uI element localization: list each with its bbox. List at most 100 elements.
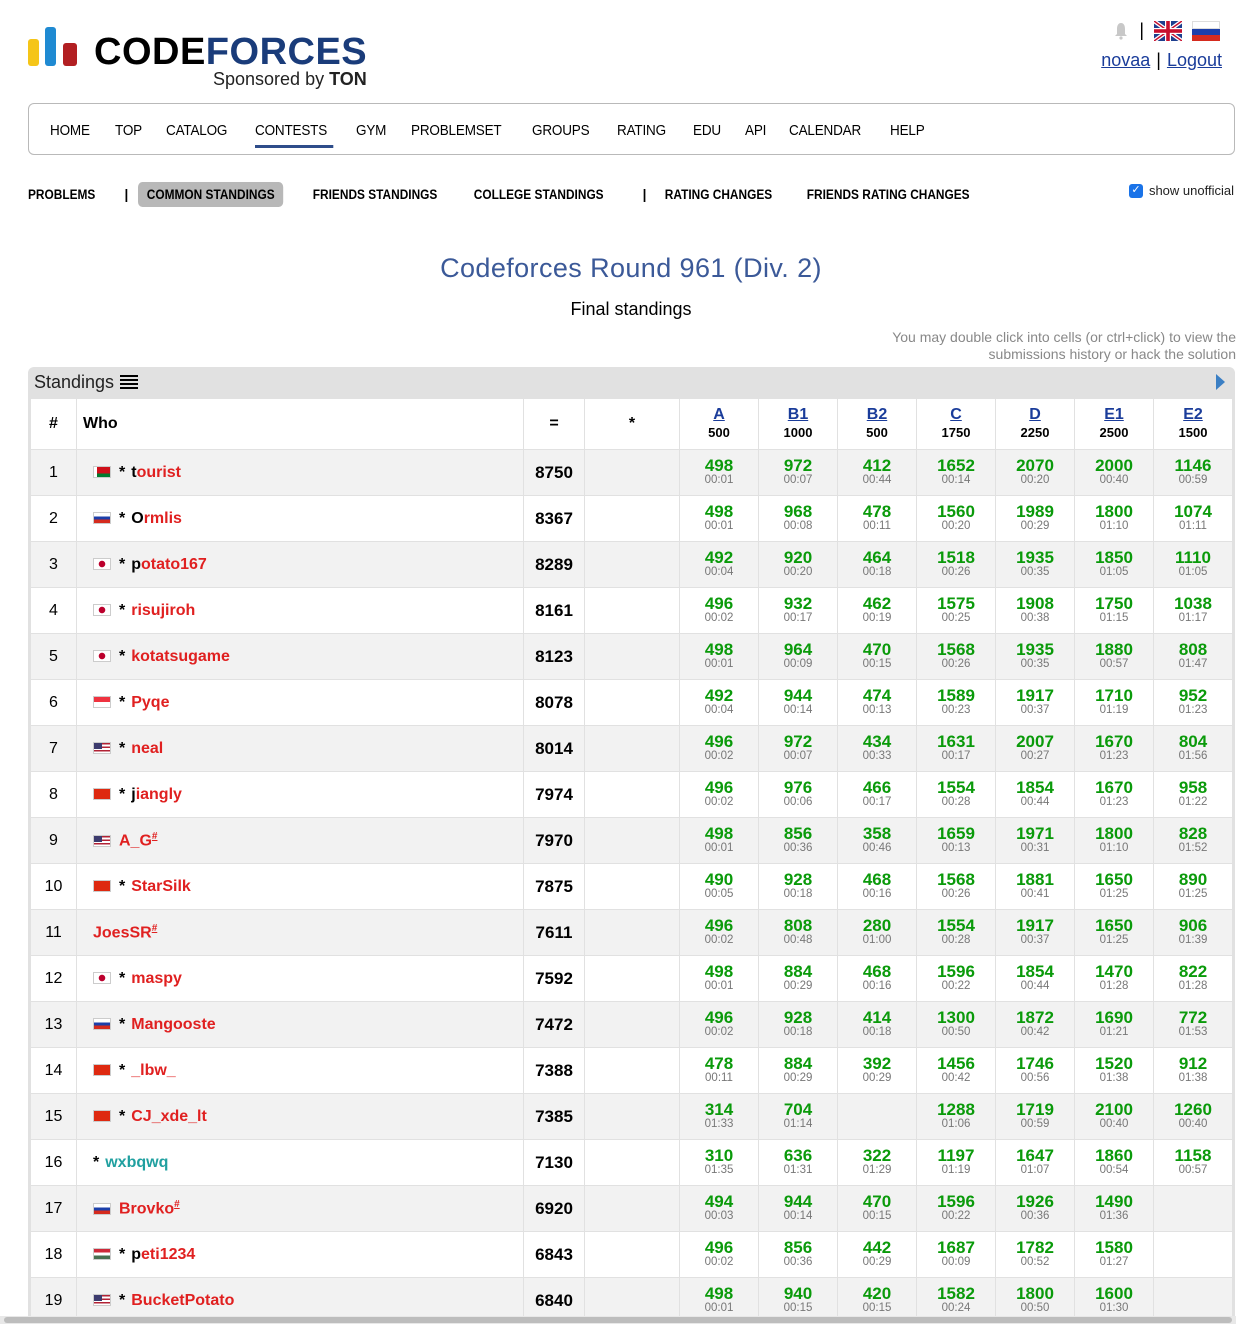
problem-result-cell[interactable]: 822 01:28 [1153,955,1233,1002]
problem-result-cell[interactable]: 920 00:20 [758,541,838,588]
user-handle-link[interactable]: Mangooste [131,1016,215,1033]
problem-result-cell[interactable]: 1146 00:59 [1153,449,1233,496]
problem-result-cell[interactable]: 928 00:18 [758,863,838,910]
user-handle-link[interactable]: StarSilk [131,878,191,895]
problem-result-cell[interactable]: 940 00:15 [758,1277,838,1317]
problem-result-cell[interactable]: 952 01:23 [1153,679,1233,726]
problem-result-cell[interactable]: 972 00:07 [758,725,838,772]
problem-result-cell[interactable]: 1800 00:50 [995,1277,1075,1317]
problem-result-cell[interactable]: 1554 00:28 [916,909,996,956]
problem-result-cell[interactable]: 466 00:17 [837,771,917,818]
problem-result-cell[interactable]: 804 01:56 [1153,725,1233,772]
problem-result-cell[interactable]: 490 00:05 [679,863,759,910]
problem-result-cell[interactable]: 498 00:01 [679,449,759,496]
problem-result-cell[interactable]: 1580 01:27 [1074,1231,1154,1278]
menu-gym[interactable]: GYM [356,122,386,139]
problem-result-cell[interactable]: 1854 00:44 [995,955,1075,1002]
problem-result-cell[interactable]: 496 00:02 [679,725,759,772]
problem-result-cell[interactable]: 1881 00:41 [995,863,1075,910]
problem-result-cell[interactable] [837,1093,917,1140]
problem-result-cell[interactable]: 1860 00:54 [1074,1139,1154,1186]
user-handle-link[interactable]: Ormlis [131,510,182,527]
problem-result-cell[interactable]: 972 00:07 [758,449,838,496]
problem-result-cell[interactable]: 1456 00:42 [916,1047,996,1094]
problem-result-cell[interactable]: 2100 00:40 [1074,1093,1154,1140]
problem-result-cell[interactable]: 932 00:17 [758,587,838,634]
problem-result-cell[interactable]: 856 00:36 [758,1231,838,1278]
problem-result-cell[interactable]: 1650 01:25 [1074,909,1154,956]
user-handle-link[interactable]: Brovko [119,1200,174,1217]
problem-result-cell[interactable]: 1687 00:09 [916,1231,996,1278]
problem-result-cell[interactable]: 420 00:15 [837,1277,917,1317]
problem-result-cell[interactable] [1153,1277,1233,1317]
problem-result-cell[interactable]: 496 00:02 [679,771,759,818]
problem-result-cell[interactable]: 808 01:47 [1153,633,1233,680]
problem-result-cell[interactable]: 944 00:14 [758,679,838,726]
problem-result-cell[interactable]: 2070 00:20 [995,449,1075,496]
menu-home[interactable]: HOME [50,122,90,139]
menu-rating[interactable]: RATING [617,122,666,139]
problem-result-cell[interactable]: 636 01:31 [758,1139,838,1186]
problem-result-cell[interactable]: 1596 00:22 [916,1185,996,1232]
logout-link[interactable]: Logout [1167,50,1222,70]
problem-result-cell[interactable]: 392 00:29 [837,1047,917,1094]
problem-result-cell[interactable]: 2000 00:40 [1074,449,1154,496]
user-handle-link[interactable]: potato167 [131,556,207,573]
user-handle-link[interactable]: _lbw_ [131,1062,175,1079]
problem-result-cell[interactable]: 1158 00:57 [1153,1139,1233,1186]
user-handle-link[interactable]: CJ_xde_lt [131,1108,207,1125]
problem-result-cell[interactable]: 1750 01:15 [1074,587,1154,634]
horizontal-scrollbar[interactable] [0,1316,1236,1324]
user-handle-link[interactable]: A_G [119,832,152,849]
problem-result-cell[interactable]: 1197 01:19 [916,1139,996,1186]
problem-result-cell[interactable]: 1518 00:26 [916,541,996,588]
problem-result-cell[interactable]: 968 00:08 [758,495,838,542]
problem-result-cell[interactable]: 1568 00:26 [916,863,996,910]
checkbox-checked-icon[interactable]: ✓ [1128,183,1143,198]
problem-result-cell[interactable]: 884 00:29 [758,955,838,1002]
problem-result-cell[interactable]: 1670 01:23 [1074,771,1154,818]
problem-result-cell[interactable]: 2007 00:27 [995,725,1075,772]
problem-result-cell[interactable]: 1490 01:36 [1074,1185,1154,1232]
problem-result-cell[interactable]: 1989 00:29 [995,495,1075,542]
problem-result-cell[interactable]: 470 00:15 [837,633,917,680]
problem-result-cell[interactable]: 478 00:11 [679,1047,759,1094]
problem-result-cell[interactable]: 442 00:29 [837,1231,917,1278]
problem-result-cell[interactable]: 314 01:33 [679,1093,759,1140]
problem-result-cell[interactable]: 976 00:06 [758,771,838,818]
problem-result-cell[interactable]: 1288 01:06 [916,1093,996,1140]
problem-result-cell[interactable]: 1800 01:10 [1074,817,1154,864]
problem-result-cell[interactable]: 1935 00:35 [995,541,1075,588]
team-mark[interactable]: # [152,831,158,842]
problem-link[interactable]: B1 [788,406,808,423]
problem-result-cell[interactable]: 1652 00:14 [916,449,996,496]
user-handle-link[interactable]: peti1234 [131,1246,195,1263]
team-mark[interactable]: # [152,923,158,934]
problem-result-cell[interactable]: 1670 01:23 [1074,725,1154,772]
tab-college-standings[interactable]: COLLEGE STANDINGS [465,182,612,207]
problem-result-cell[interactable]: 492 00:04 [679,541,759,588]
scroll-right-icon[interactable] [1216,374,1225,390]
problem-result-cell[interactable]: 890 01:25 [1153,863,1233,910]
problem-result-cell[interactable]: 1854 00:44 [995,771,1075,818]
problem-result-cell[interactable]: 1971 00:31 [995,817,1075,864]
user-handle-link[interactable]: BucketPotato [131,1292,234,1309]
problem-result-cell[interactable]: 828 01:52 [1153,817,1233,864]
user-handle-link[interactable]: Pyqe [131,694,169,711]
problem-result-cell[interactable]: 322 01:29 [837,1139,917,1186]
problem-result-cell[interactable]: 1880 00:57 [1074,633,1154,680]
problem-result-cell[interactable]: 1800 01:10 [1074,495,1154,542]
problem-result-cell[interactable]: 498 00:01 [679,1277,759,1317]
problem-result-cell[interactable]: 944 00:14 [758,1185,838,1232]
problem-result-cell[interactable]: 496 00:02 [679,909,759,956]
problem-result-cell[interactable]: 1719 00:59 [995,1093,1075,1140]
problem-result-cell[interactable] [1153,1231,1233,1278]
user-handle-link[interactable]: risujiroh [131,602,195,619]
problem-result-cell[interactable]: 498 00:01 [679,633,759,680]
contest-title[interactable]: Codeforces Round 961 (Div. 2) [0,253,1236,284]
problem-result-cell[interactable]: 856 00:36 [758,817,838,864]
problem-result-cell[interactable]: 1038 01:17 [1153,587,1233,634]
user-handle-link[interactable]: wxbqwq [105,1154,168,1171]
menu-calendar[interactable]: CALENDAR [789,122,861,139]
team-mark[interactable]: # [174,1199,180,1210]
